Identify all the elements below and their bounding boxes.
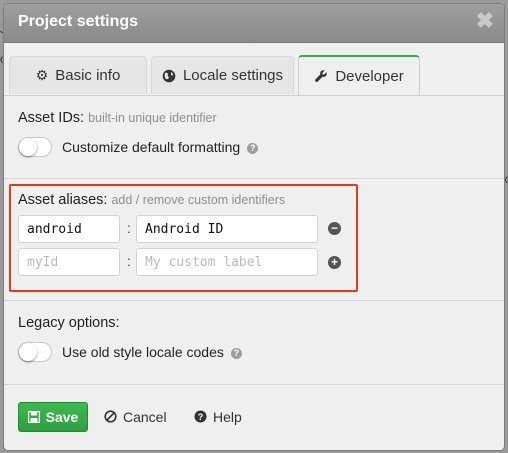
customize-formatting-row: Customize default formatting? — [62, 139, 259, 155]
customize-formatting-toggle[interactable] — [18, 137, 52, 157]
dialog-title: Project settings — [18, 13, 139, 30]
tab-label: Locale settings — [182, 67, 284, 84]
asset-ids-label: Asset IDs: — [18, 110, 85, 126]
legacy-options-heading: Legacy options: — [18, 315, 120, 331]
asset-ids-hint: built-in unique identifier — [88, 111, 217, 125]
remove-alias-icon[interactable]: − — [328, 222, 341, 235]
old-locale-codes-label: Use old style locale codes — [62, 344, 224, 360]
old-locale-codes-toggle[interactable] — [18, 342, 52, 362]
save-icon — [27, 410, 40, 425]
tab-basic-info[interactable]: ⚙ Basic info — [9, 56, 147, 94]
divider — [4, 384, 504, 385]
alias-separator: : — [127, 253, 131, 269]
save-button[interactable]: Save — [18, 402, 88, 432]
asset-aliases-label: Asset aliases: — [18, 192, 108, 208]
dialog-titlebar: Project settings ✖ — [4, 4, 504, 43]
tab-bar: ⚙ Basic info Locale settings Developer — [4, 43, 504, 96]
toggle-knob — [19, 343, 37, 361]
add-alias-icon[interactable]: + — [328, 256, 341, 269]
customize-formatting-label: Customize default formatting — [62, 139, 241, 155]
divider — [4, 300, 504, 301]
save-label: Save — [45, 409, 79, 425]
question-circle-icon: ? — [194, 410, 207, 425]
svg-text:?: ? — [198, 412, 204, 422]
asset-aliases-heading: Asset aliases: add / remove custom identi… — [18, 192, 285, 208]
alias-label-input[interactable] — [136, 215, 318, 243]
cancel-label: Cancel — [123, 409, 167, 425]
wrench-icon — [314, 68, 328, 84]
asset-ids-heading: Asset IDs: built-in unique identifier — [18, 110, 217, 126]
tab-developer[interactable]: Developer — [298, 55, 420, 95]
help-label: Help — [213, 409, 242, 425]
project-settings-dialog: Project settings ✖ ⚙ Basic info Locale s… — [4, 4, 504, 450]
help-icon[interactable]: ? — [247, 142, 259, 154]
tab-locale-settings[interactable]: Locale settings — [151, 56, 294, 94]
tab-label: Basic info — [55, 67, 121, 84]
cancel-button[interactable]: Cancel — [104, 402, 167, 432]
asset-aliases-hint: add / remove custom identifiers — [111, 193, 286, 207]
gear-icon: ⚙ — [35, 67, 49, 83]
new-alias-label-input[interactable] — [136, 248, 318, 276]
toggle-knob — [19, 138, 37, 156]
globe-icon — [162, 68, 176, 84]
help-button[interactable]: ? Help — [194, 402, 242, 432]
alias-id-input[interactable] — [18, 215, 120, 243]
help-icon[interactable]: ? — [230, 347, 242, 359]
close-icon[interactable]: ✖ — [476, 10, 494, 32]
alias-separator: : — [127, 220, 131, 236]
new-alias-id-input[interactable] — [18, 248, 120, 276]
cancel-icon — [104, 409, 117, 425]
tab-label: Developer — [335, 67, 404, 85]
divider — [4, 178, 504, 179]
old-locale-codes-row: Use old style locale codes? — [62, 344, 242, 360]
